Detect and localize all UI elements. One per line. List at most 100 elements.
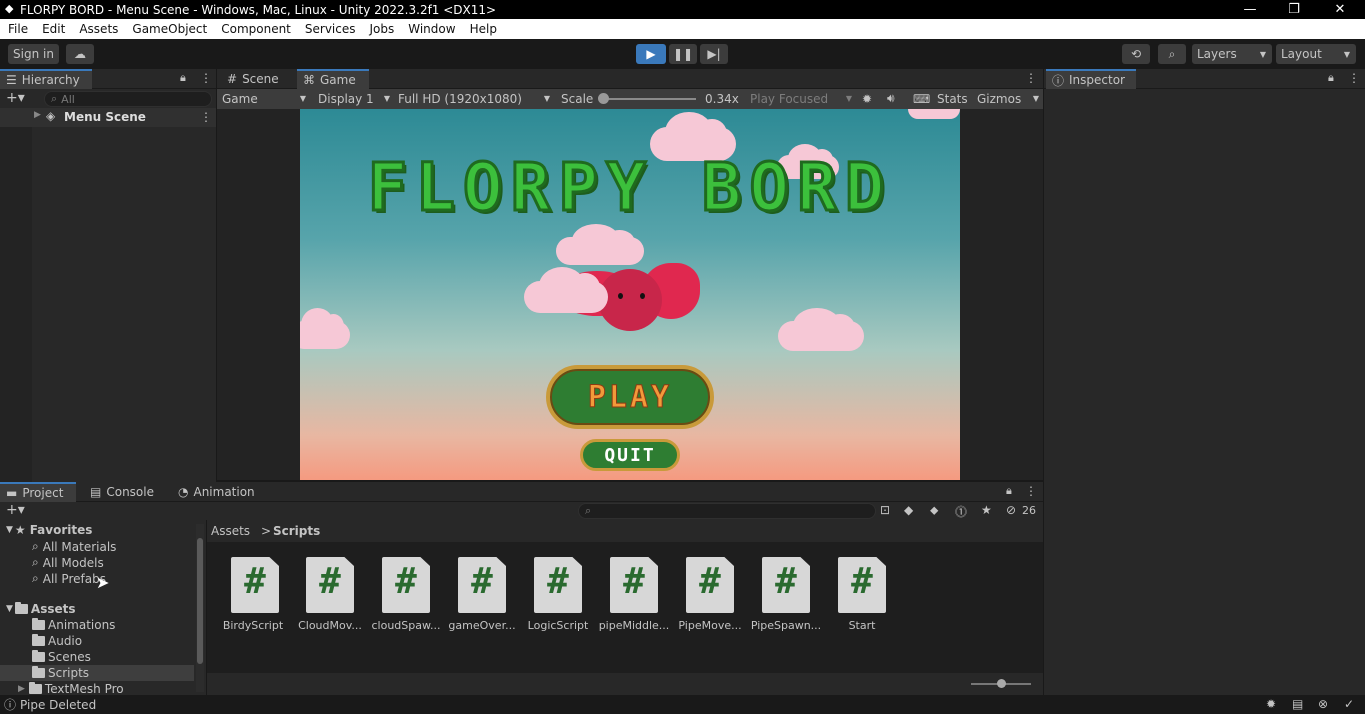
tab-project[interactable]: ▬ Project [0,482,76,502]
lock-icon[interactable]: 🔒︎ [1328,71,1334,85]
search-icon[interactable]: ⌕ [1158,44,1186,64]
add-icon[interactable]: +▾ [6,90,25,106]
kebab-menu-icon[interactable]: ⋮ [1025,484,1037,498]
game-title: FLORPY BORD [366,148,893,228]
script-asset[interactable]: # [382,557,432,613]
play-mode-button[interactable]: ▶ [636,44,666,64]
project-search-input[interactable]: ⌕ [578,503,876,519]
menu-window[interactable]: Window [408,22,455,36]
search-by-type-icon[interactable]: ⊡ [880,503,890,517]
kebab-menu-icon[interactable]: ⋮ [200,110,212,124]
hidden-packages-icon[interactable]: ⊘ [1006,503,1016,517]
resolution-dropdown[interactable]: Full HD (1920x1080) ▼ [398,89,550,108]
menu-help[interactable]: Help [470,22,497,36]
script-asset[interactable]: # [686,557,736,613]
game-mode-dropdown[interactable]: Game ▼ [222,89,306,108]
zoom-slider-handle[interactable] [997,679,1006,688]
scale-slider-track[interactable] [600,98,696,100]
sign-in-button[interactable]: Sign in [8,44,59,64]
tab-animation[interactable]: ◔ Animation [174,482,264,502]
script-label: gameOver... [448,619,516,632]
folder-item[interactable]: Animations [32,618,115,632]
lock-icon[interactable]: 🔒︎ [180,71,186,85]
chevron-right-icon[interactable]: ▶ [34,110,41,120]
gizmos-dropdown[interactable]: Gizmos ▼ [977,89,1039,108]
tab-game[interactable]: ⌘ Game [297,69,369,89]
history-icon[interactable]: ⟲ [1122,44,1150,64]
script-asset[interactable]: # [534,557,584,613]
menu-component[interactable]: Component [221,22,291,36]
menu-services[interactable]: Services [305,22,356,36]
script-asset[interactable]: # [458,557,508,613]
status-message[interactable]: Pipe Deleted [20,698,96,712]
kebab-menu-icon[interactable]: ⋮ [200,71,212,85]
cache-server-icon[interactable]: ▤ [1292,697,1303,711]
folder-icon [28,682,42,694]
filter-icon[interactable]: ◆ [904,503,913,517]
script-asset[interactable]: # [838,557,888,613]
tab-hierarchy[interactable]: ☰ Hierarchy [0,69,92,89]
play-icon: ▶ [646,47,656,61]
network-icon[interactable]: ⊗ [1318,697,1328,711]
bird-eye [640,293,645,299]
menu-gameobject[interactable]: GameObject [132,22,207,36]
close-icon[interactable]: ✕ [1320,0,1360,19]
assets-group[interactable]: ▼ Assets [6,602,76,616]
stats-button[interactable]: Stats [937,89,968,108]
breadcrumb-current[interactable]: Scripts [273,524,320,538]
script-asset[interactable]: # [610,557,660,613]
scene-row[interactable]: ▶ ◈ Menu Scene ⋮ [0,108,216,127]
bug-icon[interactable]: ✹ [862,89,872,108]
hash-icon: # [851,561,873,602]
scale-slider-handle[interactable] [598,93,609,104]
lock-icon[interactable]: 🔒︎ [1006,484,1012,498]
script-asset[interactable]: # [762,557,812,613]
tree-scrollbar-thumb[interactable] [197,538,203,664]
breadcrumb-root[interactable]: Assets [211,524,250,538]
favorite-item[interactable]: ⌕ All Models [32,555,104,570]
kebab-menu-icon[interactable]: ⋮ [1025,71,1037,85]
layout-dropdown[interactable]: Layout ▼ [1276,44,1356,64]
menu-assets[interactable]: Assets [79,22,118,36]
chevron-down-icon: ▼ [543,94,550,103]
keyboard-icon[interactable]: ⌨ [913,89,930,108]
script-asset[interactable]: # [306,557,356,613]
script-asset[interactable]: # [231,557,281,613]
kebab-menu-icon[interactable]: ⋮ [1348,71,1360,85]
favorites-group[interactable]: ▼ ★ Favorites [6,523,92,537]
minimize-icon[interactable]: — [1230,0,1270,19]
play-game-button[interactable]: PLAY [546,365,714,429]
layers-dropdown[interactable]: Layers ▼ [1192,44,1272,64]
menu-file[interactable]: File [8,22,28,36]
chevron-down-icon: ▼ [6,525,13,535]
menu-edit[interactable]: Edit [42,22,65,36]
folder-item[interactable]: Audio [32,634,82,648]
add-icon[interactable]: +▾ [6,502,25,518]
favorite-item[interactable]: ⌕ All Materials [32,539,116,554]
warning-icon[interactable]: ⓵ [955,503,967,520]
folder-item[interactable]: Scenes [32,650,91,664]
tab-scene[interactable]: # Scene [221,69,293,89]
tab-inspector[interactable]: ⓘ Inspector [1046,69,1136,89]
hierarchy-search-input[interactable]: ⌕ All [44,91,212,107]
pause-button[interactable]: ❚❚ [669,44,697,64]
menu-jobs[interactable]: Jobs [370,22,395,36]
step-button[interactable]: ▶| [700,44,728,64]
play-focused-dropdown[interactable]: Play Focused ▼ [750,89,852,108]
label-icon[interactable]: ⬥ [930,503,938,518]
folder-icon [32,666,45,678]
folder-item[interactable]: ▶ TextMesh Pro [18,682,124,696]
restore-icon[interactable]: ❐ [1274,0,1314,19]
quit-game-button[interactable]: QUIT [580,439,680,471]
game-view[interactable]: FLORPY BORD PLAY QUIT [300,109,960,480]
folder-item-selected[interactable]: Scripts [32,666,89,680]
tab-console[interactable]: ▤ Console [86,482,166,502]
favorite-item[interactable]: ⌕ All Prefabs [32,571,106,586]
check-icon[interactable]: ✓ [1344,697,1354,711]
cloud-icon[interactable]: ☁ [66,44,94,64]
display-dropdown[interactable]: Display 1 ▼ [318,89,390,108]
bug-icon[interactable]: ✹ [1266,697,1276,711]
star-icon[interactable]: ★ [981,503,992,517]
folder-label: Audio [48,634,83,648]
audio-icon[interactable]: 🔊︎ [887,89,895,108]
